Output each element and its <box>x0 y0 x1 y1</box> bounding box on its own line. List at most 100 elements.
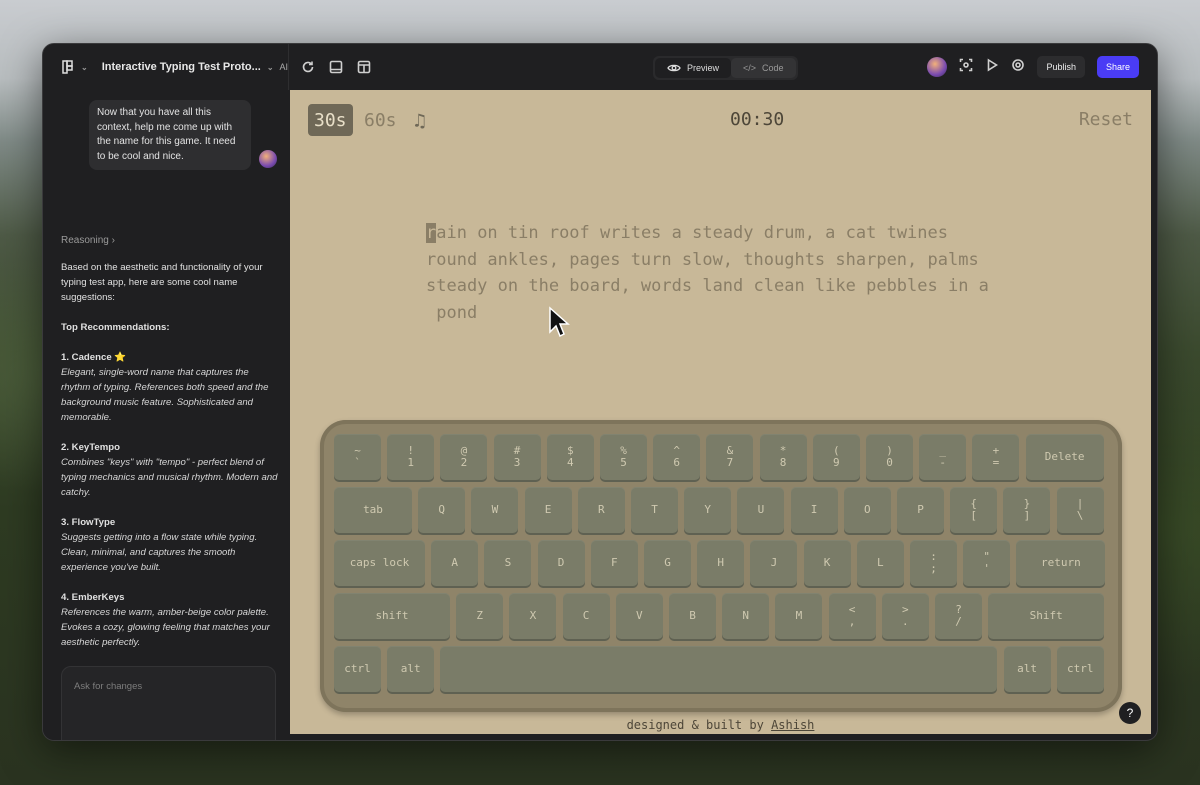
chevron-down-icon[interactable]: ⌄ <box>81 63 88 72</box>
music-icon[interactable]: ♫ <box>414 110 425 132</box>
key-J[interactable]: J <box>750 540 798 586</box>
key-U[interactable]: U <box>737 487 785 533</box>
suggestion-item: 4. EmberKeys References the warm, amber-… <box>61 590 279 650</box>
key-[interactable]: | \ <box>1056 487 1104 533</box>
author-link[interactable]: Ashish <box>771 718 814 732</box>
key-[interactable]: {[ <box>950 487 998 533</box>
preview-tab[interactable]: Preview <box>655 58 732 78</box>
key-ctrl[interactable]: ctrl <box>1056 646 1104 692</box>
key-C[interactable]: C <box>562 593 610 639</box>
key-ctrl[interactable]: ctrl <box>334 646 381 692</box>
key-N[interactable]: N <box>722 593 770 639</box>
key-O[interactable]: O <box>843 487 891 533</box>
key-shift[interactable]: shift <box>334 593 450 639</box>
key-T[interactable]: T <box>631 487 678 533</box>
code-tab[interactable]: </> Code <box>731 58 796 78</box>
key-label: [ <box>970 509 977 522</box>
mode-60s-button[interactable]: 60s <box>358 104 403 136</box>
key-[interactable]: " ' <box>963 540 1011 586</box>
suggestion-title: 2. KeyTempo <box>61 442 121 453</box>
key-1[interactable]: ! 1 <box>387 434 435 480</box>
key-G[interactable]: G <box>644 540 691 586</box>
key-[interactable]: }] <box>1003 487 1051 533</box>
panel-bottom-icon[interactable] <box>329 60 343 74</box>
key-7[interactable]: & 7 <box>706 434 754 480</box>
key-D[interactable]: D <box>537 540 585 586</box>
key-Z[interactable]: Z <box>456 593 504 639</box>
key-0[interactable]: ) 0 <box>866 434 913 480</box>
key-R[interactable]: R <box>577 487 625 533</box>
share-button[interactable]: Share <box>1096 56 1139 78</box>
help-button[interactable]: ? <box>1119 702 1141 724</box>
key-[interactable]: + = <box>972 434 1020 480</box>
key-Q[interactable]: Q <box>418 487 466 533</box>
key-[interactable]: >. <box>881 593 929 639</box>
user-message-avatar <box>259 150 277 168</box>
key-5[interactable]: % 5 <box>600 434 647 480</box>
key-Shift[interactable]: Shift <box>988 593 1105 639</box>
key-L[interactable]: L <box>856 540 904 586</box>
key-2[interactable]: @2 <box>440 434 488 480</box>
key-capslock[interactable]: caps lock <box>334 540 425 586</box>
key-B[interactable]: B <box>669 593 716 639</box>
key-label: = <box>992 456 1000 469</box>
project-selector[interactable]: ⌄ Interactive Typing Test Proto... ⌄ AI <box>43 44 289 90</box>
key-[interactable]: <, <box>828 593 876 639</box>
chat-input-placeholder: Ask for changes <box>74 681 143 692</box>
text-line: rain on tin roof writes a steady drum, a… <box>426 220 1026 247</box>
refresh-icon[interactable] <box>301 60 315 74</box>
ai-label[interactable]: AI <box>280 62 289 72</box>
reasoning-toggle[interactable]: Reasoning › <box>61 233 115 248</box>
key-label: M <box>795 609 803 622</box>
key-label: G <box>664 556 671 569</box>
key-label: U <box>757 503 765 516</box>
key-alt[interactable]: alt <box>1003 646 1051 692</box>
key-I[interactable]: I <box>790 487 838 533</box>
key-6[interactable]: ^ 6 <box>653 434 701 480</box>
key-Y[interactable]: Y <box>684 487 732 533</box>
key-M[interactable]: M <box>775 593 823 639</box>
chat-input[interactable]: Ask for changes ↑ <box>61 666 276 740</box>
key-A[interactable]: A <box>431 540 479 586</box>
key-E[interactable]: E <box>524 487 572 533</box>
mode-30s-button[interactable]: 30s <box>308 104 353 136</box>
key-space[interactable] <box>440 646 998 692</box>
key-P[interactable]: P <box>897 487 944 533</box>
key-X[interactable]: X <box>509 593 557 639</box>
key-9[interactable]: (9 <box>812 434 860 480</box>
scan-icon[interactable] <box>959 58 973 77</box>
key-Delete[interactable]: Delete <box>1025 434 1104 480</box>
key-label: 6 <box>673 456 680 469</box>
key-label: F <box>610 556 618 569</box>
key-label: V <box>635 609 643 622</box>
typing-text[interactable]: rain on tin roof writes a steady drum, a… <box>426 220 1026 326</box>
chevron-down-icon[interactable]: ⌄ <box>267 63 274 72</box>
key-[interactable]: _ - <box>919 434 967 480</box>
key-K[interactable]: K <box>803 540 851 586</box>
suggestion-desc: Elegant, single-word name that captures … <box>61 367 269 423</box>
publish-button[interactable]: Publish <box>1037 56 1085 78</box>
key-return[interactable]: return <box>1016 540 1106 586</box>
key-V[interactable]: V <box>615 593 663 639</box>
key-H[interactable]: H <box>697 540 745 586</box>
key-S[interactable]: S <box>484 540 532 586</box>
key-4[interactable]: $4 <box>546 434 594 480</box>
reset-button[interactable]: Reset <box>1079 109 1133 130</box>
key-tab[interactable]: tab <box>334 487 412 533</box>
key-alt[interactable]: alt <box>387 646 435 692</box>
layout-icon[interactable] <box>357 60 371 74</box>
key-label: 1 <box>407 456 414 469</box>
key-label: H <box>717 556 724 569</box>
play-icon[interactable] <box>985 58 999 77</box>
gear-icon[interactable] <box>1011 58 1025 77</box>
key-[interactable]: ~ ` <box>334 434 381 480</box>
key-W[interactable]: W <box>471 487 519 533</box>
key-3[interactable]: #3 <box>493 434 541 480</box>
key-8[interactable]: * 8 <box>759 434 807 480</box>
key-[interactable]: :; <box>910 540 957 586</box>
user-avatar[interactable] <box>927 57 948 77</box>
key-F[interactable]: F <box>590 540 638 586</box>
key-[interactable]: ? / <box>935 593 982 639</box>
project-title: Interactive Typing Test Proto... <box>101 61 261 73</box>
suggestion-desc: References the warm, amber-beige color p… <box>61 607 270 648</box>
